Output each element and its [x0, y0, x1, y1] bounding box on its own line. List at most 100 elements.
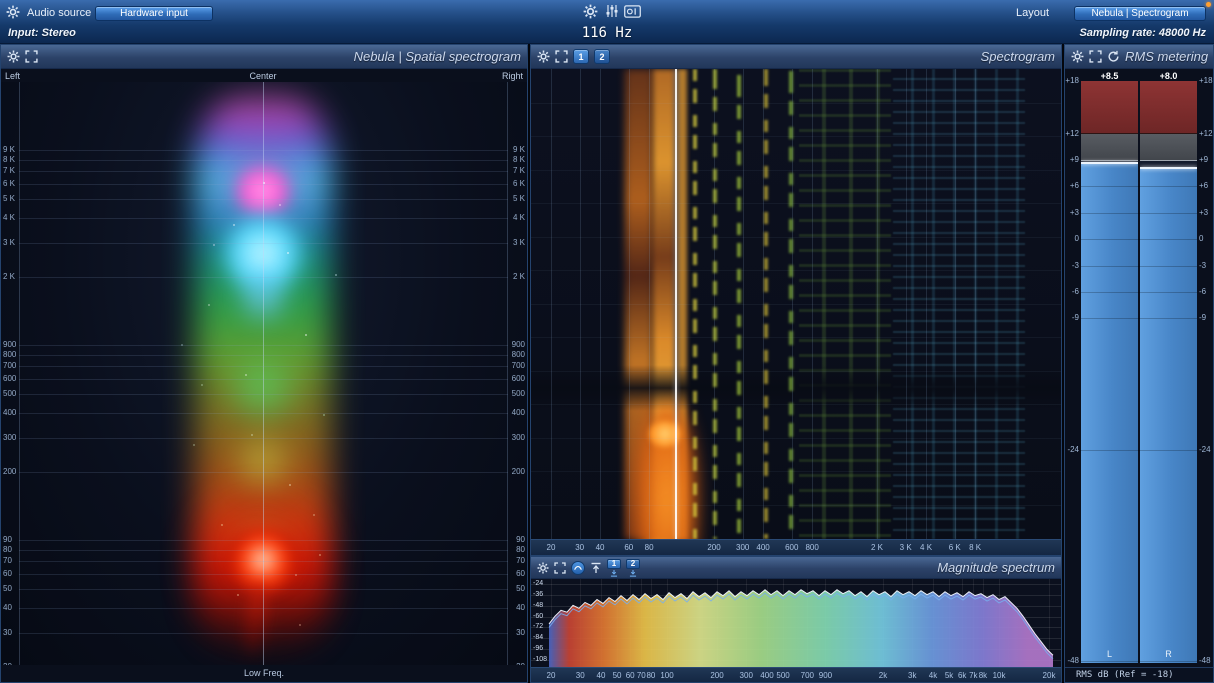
magnitude-axis-tick-label: 500: [776, 671, 790, 680]
freq-tick-label-right: 700: [511, 360, 525, 370]
rms-scale-label-left: +6: [1069, 181, 1079, 191]
spectro-time-grid-line: [531, 471, 1061, 472]
magnitude-axis-tick-label: 300: [739, 671, 753, 680]
sliders-icon[interactable]: [605, 4, 619, 18]
spectro-time-grid-line: [531, 102, 1061, 104]
spectro-freq-grid-line: [954, 69, 956, 539]
spectro-axis-tick-label: 2 K: [870, 543, 884, 552]
freq-grid-line: [19, 354, 508, 356]
freq-tick-label-right: 300: [511, 432, 525, 442]
rms-scale-label-right: -24: [1199, 445, 1211, 455]
rms-scale-label-left: +18: [1065, 76, 1079, 85]
spectro-trace-line: [693, 69, 697, 539]
rms-scale-label-right: -48: [1199, 656, 1211, 665]
spectro-axis-tick-label: 300: [736, 543, 750, 552]
io-display-icon[interactable]: [624, 5, 641, 18]
spectro-time-grid-line: [531, 370, 1061, 372]
spectro-freq-grid-line: [905, 69, 907, 539]
spectro-time-grid-line: [531, 136, 1061, 137]
left-scale-line: [19, 82, 20, 665]
spectro-freq-grid-line: [551, 69, 552, 539]
freq-tick-label-left: 900: [3, 339, 17, 349]
rms-scale-label-right: +3: [1199, 207, 1209, 217]
freq-tick-label-left: 9 K: [3, 144, 16, 154]
magnitude-panel-header: 1 2 Magnitude spectrum: [531, 557, 1061, 579]
spectrogram-view-1-button[interactable]: 1: [573, 49, 589, 64]
meter-gray-zone: [1140, 134, 1197, 160]
freq-tick-label-left: 600: [3, 373, 17, 383]
freq-tick-label-right: 70: [516, 555, 525, 565]
magnitude-curve-mode-button[interactable]: [571, 560, 585, 575]
freq-grid-line: [19, 242, 508, 244]
spectrogram-gear-icon[interactable]: [537, 50, 550, 63]
freq-tick-label-left: 400: [3, 408, 17, 418]
magnitude-axis-tick-label: 6k: [957, 671, 967, 680]
freq-tick-label-left: 300: [3, 432, 17, 442]
settings-gear-icon[interactable]: [6, 5, 20, 19]
rms-value-left: +8.5: [1100, 71, 1119, 81]
rms-scale-label-left: +12: [1065, 128, 1079, 138]
freq-tick-label-left: 8 K: [3, 154, 16, 164]
spectro-freq-grid-line: [649, 69, 651, 539]
layout-preset-button[interactable]: Nebula | Spectrogram: [1074, 6, 1206, 21]
magnitude-db-tick-label: -108: [533, 656, 548, 664]
spectro-axis-tick-label: 60: [624, 543, 634, 552]
freq-grid-line: [19, 472, 508, 473]
spectrogram-panel-title: Spectrogram: [980, 49, 1055, 64]
spectro-freq-grid-line: [812, 69, 814, 539]
spatial-panel-header: Nebula | Spatial spectrogram: [1, 45, 527, 69]
rms-scale-label-right: -9: [1199, 313, 1207, 323]
spatial-fullscreen-icon[interactable]: [25, 50, 38, 63]
magnitude-spectrum-curve: [548, 589, 1054, 667]
rms-meters-area: L R +18 +18 +12 +12 +9 +9 +6 +6 +3 +3 0 0 -3 -3 -6 -6 -9…: [1065, 77, 1213, 665]
freq-tick-label-right: 400: [511, 408, 525, 418]
freq-tick-label-left: 40: [3, 603, 12, 613]
spectrogram-fullscreen-icon[interactable]: [555, 50, 568, 63]
rms-fullscreen-icon[interactable]: [1089, 50, 1102, 63]
magnitude-fullscreen-icon[interactable]: [554, 561, 566, 574]
spectro-freq-grid-line: [926, 69, 928, 539]
magnitude-db-tick-label: -72: [533, 623, 544, 631]
magnitude-db-tick-label: -84: [533, 634, 544, 642]
spectrogram-display[interactable]: [531, 69, 1061, 539]
freq-grid-line: [19, 159, 508, 161]
freq-grid-line: [19, 149, 508, 151]
spectro-freq-grid-line: [742, 69, 744, 539]
spectrogram-view-2-button[interactable]: 2: [594, 49, 610, 64]
magnitude-spectrum-display[interactable]: -24 -36 -48 -60 -72 -84 -96 -108: [531, 579, 1061, 667]
freq-grid-line: [19, 608, 508, 610]
rms-gear-icon[interactable]: [1071, 50, 1084, 63]
spatial-gear-icon[interactable]: [7, 50, 20, 63]
magnitude-axis-tick-label: 8k: [978, 671, 988, 680]
hardware-input-button[interactable]: Hardware input: [95, 6, 213, 21]
freq-tick-label-right: 200: [511, 467, 525, 476]
freq-tick-label-left: 30: [3, 627, 12, 637]
spectro-trace-line: [764, 69, 768, 539]
spectrogram-panel-header: 1 2 Spectrogram: [531, 45, 1061, 69]
freq-tick-label-right: 2 K: [512, 272, 525, 281]
center-gear-icon[interactable]: [583, 4, 598, 19]
magnitude-axis-tick-label: 20: [546, 671, 556, 680]
freq-tick-label-left: 80: [3, 544, 12, 554]
rms-meter-right: [1140, 81, 1197, 663]
spectrogram-frequency-axis: 20 30 40 60 80 200 300 400 600 800 2 K 3 K 4 K 6 K 8 K: [531, 539, 1061, 555]
meter-gray-zone: [1081, 134, 1138, 160]
channel-label-left: L: [1106, 649, 1112, 659]
magnitude-view-2-button[interactable]: 2: [626, 558, 640, 569]
magnitude-view-1-indicator-icon[interactable]: [609, 569, 619, 577]
spatial-spectrogram-display[interactable]: 9 K9 K8 K8 K7 K7 K6 K6 K5 K5 K4 K4 K3 K3…: [1, 82, 527, 665]
spectro-axis-tick-label: 6 K: [948, 543, 961, 552]
magnitude-axis-tick-label: 4k: [928, 671, 938, 680]
magnitude-view-2-indicator-icon[interactable]: [628, 569, 638, 577]
rms-reset-icon[interactable]: [1107, 50, 1120, 63]
rms-value-right: +8.0: [1159, 71, 1178, 81]
freq-tick-label-left: 50: [3, 584, 12, 594]
magnitude-gear-icon[interactable]: [537, 562, 549, 574]
spectro-time-grid-line: [531, 337, 1061, 338]
peak-hold-icon[interactable]: [590, 562, 602, 574]
magnitude-view-1-button[interactable]: 1: [607, 558, 621, 569]
spectro-axis-tick-label: 200: [707, 543, 721, 552]
magnitude-db-tick-label: -36: [533, 590, 544, 598]
rms-scale-label-right: +12: [1199, 128, 1213, 138]
channel-label-right: R: [1165, 649, 1172, 659]
